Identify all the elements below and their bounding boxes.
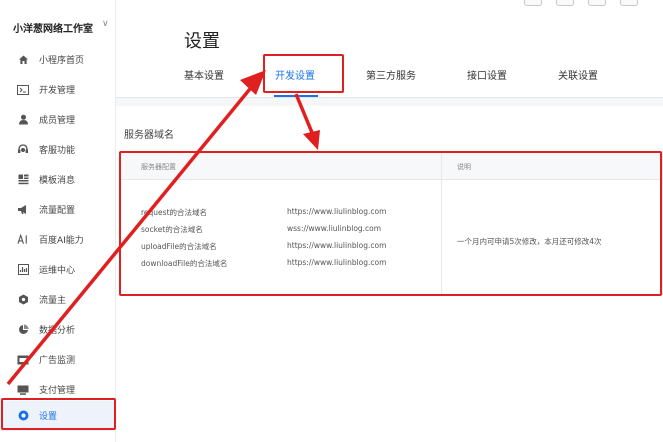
section-title: 服务器域名: [124, 130, 174, 141]
pie-chart-icon: [17, 324, 29, 335]
sidebar-item-traffic-config[interactable]: 流量配置: [0, 195, 116, 225]
sidebar-item-traffic-owner[interactable]: 流量主: [0, 285, 116, 315]
page-title: 设置: [184, 31, 220, 52]
sidebar-item-home[interactable]: 小程序首页: [0, 45, 116, 75]
sidebar-item-label: 模板消息: [39, 176, 76, 186]
monitor-icon: [17, 264, 29, 275]
code-icon: [17, 84, 29, 95]
sidebar-item-ad-monitor[interactable]: 广告监测: [0, 345, 116, 375]
chevron-down-icon[interactable]: ∨: [102, 19, 109, 29]
annotation-box-settings: [1, 398, 116, 430]
sidebar-item-label: 开发管理: [39, 86, 76, 96]
active-tab-indicator: [274, 95, 318, 97]
tab-basic[interactable]: 基本设置: [184, 67, 224, 82]
sidebar-item-label: 运维中心: [39, 266, 76, 276]
annotation-box-dev-tab: [263, 54, 344, 93]
sidebar-item-members[interactable]: 成员管理: [0, 105, 116, 135]
sidebar-item-label: 流量主: [39, 296, 67, 306]
home-icon: [17, 54, 29, 65]
template-icon: [17, 174, 29, 185]
sidebar-item-label: 百度AI能力: [39, 236, 84, 246]
sidebar-item-customer-service[interactable]: 客服功能: [0, 135, 116, 165]
sidebar-item-label: 小程序首页: [39, 56, 85, 66]
sidebar-item-label: 数据分析: [39, 326, 76, 336]
sidebar-item-analytics[interactable]: 数据分析: [0, 315, 116, 345]
payment-icon: [17, 384, 29, 395]
tab-api[interactable]: 接口设置: [467, 67, 507, 82]
user-icon: [17, 114, 29, 125]
sidebar-item-label: 成员管理: [39, 116, 76, 126]
sidebar-item-template[interactable]: 模板消息: [0, 165, 116, 195]
settings-tabs: 基本设置 开发设置 第三方服务 接口设置 关联设置: [116, 55, 663, 98]
sidebar-item-ai[interactable]: 百度AI能力: [0, 225, 116, 255]
sidebar-item-label: 广告监测: [39, 356, 76, 366]
section-divider: [116, 98, 663, 106]
headset-icon: [17, 144, 29, 155]
sidebar-item-label: 客服功能: [39, 146, 76, 156]
tab-related[interactable]: 关联设置: [558, 67, 598, 82]
megaphone-icon: [17, 204, 29, 215]
hexagon-icon: [17, 294, 29, 305]
sidebar-item-label: 流量配置: [39, 206, 76, 216]
sidebar-item-ops[interactable]: 运维中心: [0, 255, 116, 285]
tab-third-party[interactable]: 第三方服务: [366, 67, 416, 82]
sidebar: 小洋葱网络工作室 ∨ 小程序首页 开发管理 成员管理 客服功能 模板消息 流量配…: [0, 0, 116, 442]
sidebar-item-label: 支付管理: [39, 386, 76, 396]
annotation-box-domain-table: [119, 151, 662, 296]
sidebar-item-dev[interactable]: 开发管理: [0, 75, 116, 105]
app-name: 小洋葱网络工作室: [13, 24, 93, 35]
ad-icon: [17, 354, 29, 365]
ai-icon: [17, 234, 29, 245]
